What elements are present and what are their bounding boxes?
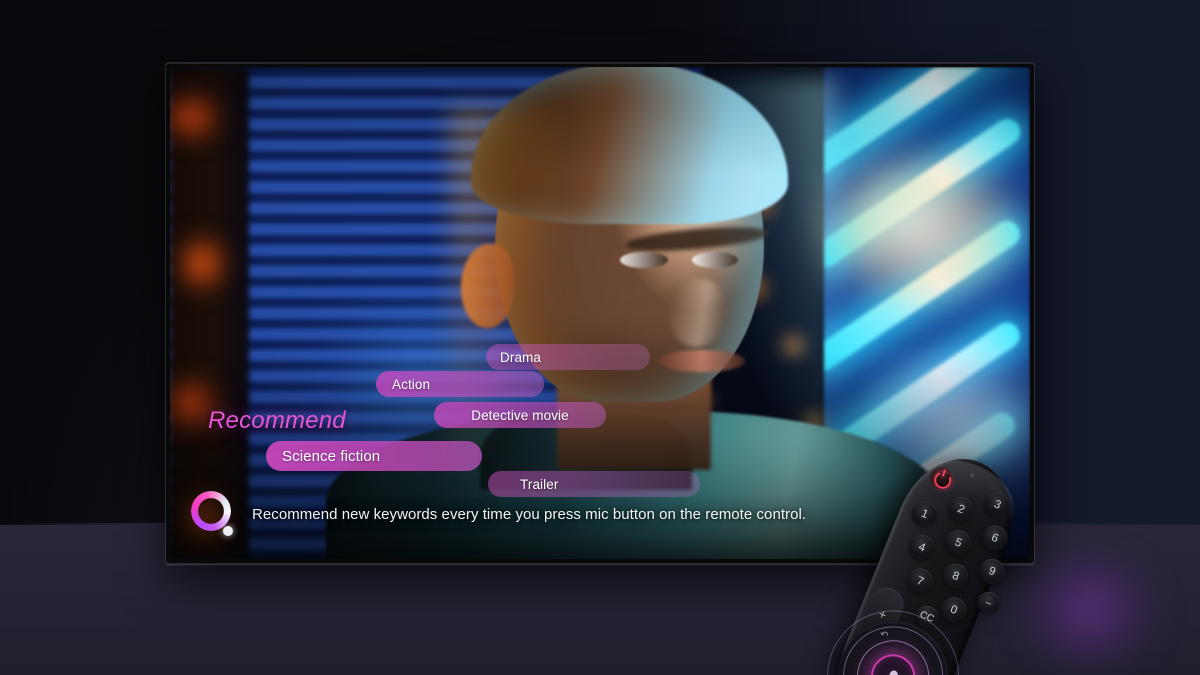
voice-assistant-orb-icon xyxy=(188,491,234,537)
voice-recommend-overlay: Recommend Drama Action Detective movie S… xyxy=(170,67,1030,559)
keyword-chip-detective-movie[interactable]: Detective movie xyxy=(434,402,606,428)
orb-dot xyxy=(223,526,233,536)
mic-glyph xyxy=(887,669,900,675)
keyword-chip-science-fiction[interactable]: Science fiction xyxy=(266,441,482,471)
assistant-caption-row: Recommend new keywords every time you pr… xyxy=(188,491,1006,537)
keyword-chip-action[interactable]: Action xyxy=(376,371,544,397)
television: Recommend Drama Action Detective movie S… xyxy=(166,63,1034,564)
assistant-caption-text: Recommend new keywords every time you pr… xyxy=(252,505,807,523)
tv-screen: Recommend Drama Action Detective movie S… xyxy=(170,67,1030,559)
keyword-chip-drama[interactable]: Drama xyxy=(486,344,650,370)
scene-root: Recommend Drama Action Detective movie S… xyxy=(0,0,1200,675)
orb-ring xyxy=(191,491,231,531)
recommend-heading: Recommend xyxy=(208,407,346,434)
